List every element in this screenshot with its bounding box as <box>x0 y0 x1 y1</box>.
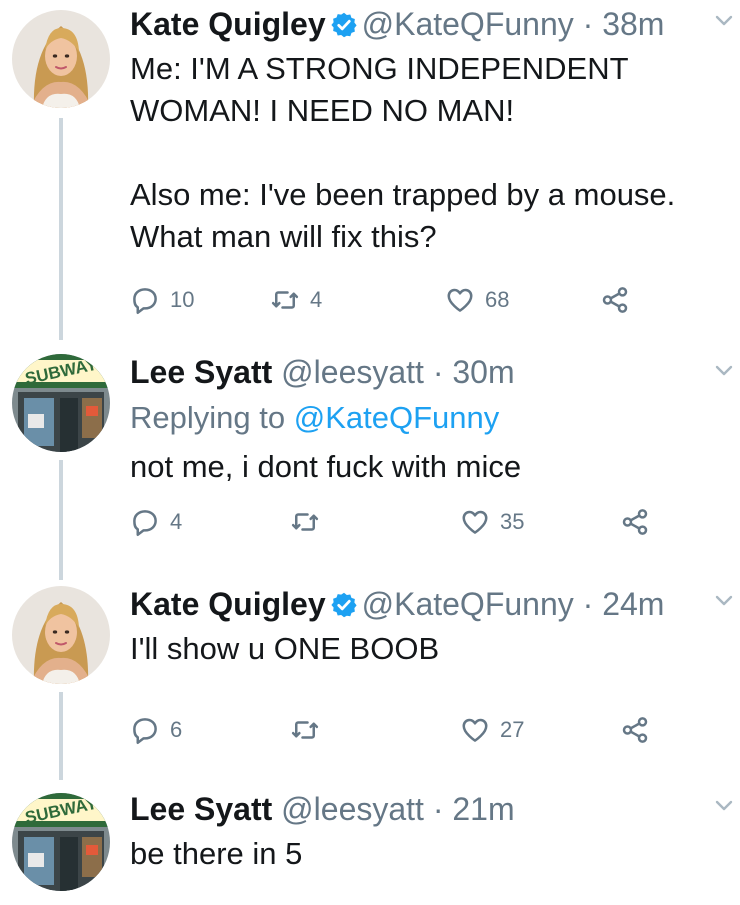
user-name[interactable]: Kate Quigley <box>130 586 326 622</box>
tweet-time[interactable]: 30m <box>452 354 514 390</box>
share-icon <box>600 285 630 315</box>
thread-line <box>59 692 63 780</box>
like-icon <box>460 507 490 537</box>
separator-dot: · <box>582 6 594 42</box>
avatar-lee-syatt[interactable] <box>12 354 110 452</box>
user-name[interactable]: Lee Syatt <box>130 354 272 390</box>
retweet-icon <box>290 715 320 745</box>
tweet-time[interactable]: 21m <box>452 791 514 827</box>
verified-badge-icon <box>330 11 358 39</box>
like-icon <box>445 285 475 315</box>
reply-icon <box>130 285 160 315</box>
tweet-header: Lee Syatt @leesyatt · 21m <box>130 787 515 831</box>
reply-count: 10 <box>170 287 195 312</box>
user-handle[interactable]: @KateQFunny <box>362 6 574 42</box>
share-icon <box>620 715 650 745</box>
tweet-header: Kate Quigley @KateQFunny · 24m <box>130 582 664 626</box>
avatar-kate-quigley[interactable] <box>12 10 110 108</box>
chevron-down-icon[interactable] <box>714 799 734 813</box>
retweet-count: 4 <box>310 287 323 312</box>
thread-line <box>59 118 63 340</box>
chevron-down-icon[interactable] <box>714 364 734 378</box>
retweet-button[interactable] <box>290 504 330 540</box>
chevron-down-icon[interactable] <box>714 14 734 28</box>
tweet-header: Lee Syatt @leesyatt · 30m <box>130 350 515 394</box>
tweet-2[interactable]: Lee Syatt @leesyatt · 30m Replying to @K… <box>0 350 740 580</box>
retweet-icon <box>270 285 300 315</box>
tweet-text: be there in 5 <box>130 836 303 871</box>
chevron-down-icon[interactable] <box>714 594 734 608</box>
reply-count: 6 <box>170 717 183 742</box>
like-count: 27 <box>500 717 525 742</box>
user-handle[interactable]: @leesyatt <box>281 791 424 827</box>
share-button[interactable] <box>600 282 640 318</box>
tweet-1[interactable]: Kate Quigley @KateQFunny · 38m Me: I'M A … <box>0 0 740 340</box>
user-handle[interactable]: @leesyatt <box>281 354 424 390</box>
retweet-button[interactable] <box>290 712 330 748</box>
action-bar: 10 4 68 <box>130 282 650 318</box>
like-icon <box>460 715 490 745</box>
avatar-kate-quigley[interactable] <box>12 586 110 684</box>
user-name[interactable]: Lee Syatt <box>130 791 272 827</box>
reply-button[interactable]: 4 <box>130 504 182 540</box>
tweet-4[interactable]: Lee Syatt @leesyatt · 21m be there in 5 <box>0 785 740 905</box>
thread-line <box>59 460 63 580</box>
like-count: 35 <box>500 509 525 534</box>
separator-dot: · <box>432 354 444 390</box>
separator-dot: · <box>432 791 444 827</box>
tweet-header: Kate Quigley @KateQFunny · 38m <box>130 2 664 46</box>
like-button[interactable]: 68 <box>445 282 509 318</box>
reply-count: 4 <box>170 509 183 534</box>
tweet-3[interactable]: Kate Quigley @KateQFunny · 24m I'll show … <box>0 580 740 780</box>
retweet-icon <box>290 507 320 537</box>
retweet-button[interactable]: 4 <box>270 282 322 318</box>
tweet-time[interactable]: 24m <box>602 586 664 622</box>
avatar-lee-syatt[interactable] <box>12 793 110 891</box>
like-button[interactable]: 27 <box>460 712 524 748</box>
share-button[interactable] <box>620 504 660 540</box>
action-bar: 4 35 <box>130 504 650 540</box>
replying-to-label: Replying to <box>130 400 286 435</box>
reply-button[interactable]: 10 <box>130 282 194 318</box>
user-name[interactable]: Kate Quigley <box>130 6 326 42</box>
reply-button[interactable]: 6 <box>130 712 182 748</box>
share-button[interactable] <box>620 712 660 748</box>
reply-icon <box>130 507 160 537</box>
reply-icon <box>130 715 160 745</box>
like-count: 68 <box>485 287 510 312</box>
tweet-text: not me, i dont fuck with mice <box>130 449 522 484</box>
tweet-text: Me: I'M A STRONG INDEPENDENT WOMAN! I NE… <box>130 51 676 254</box>
action-bar: 6 27 <box>130 712 650 748</box>
separator-dot: · <box>582 586 594 622</box>
share-icon <box>620 507 650 537</box>
replying-to: Replying to @KateQFunny <box>130 400 499 436</box>
user-handle[interactable]: @KateQFunny <box>362 586 574 622</box>
tweet-text: I'll show u ONE BOOB <box>130 631 440 666</box>
replying-to-handle-link[interactable]: @KateQFunny <box>294 400 500 435</box>
tweet-time[interactable]: 38m <box>602 6 664 42</box>
like-button[interactable]: 35 <box>460 504 524 540</box>
verified-badge-icon <box>330 591 358 619</box>
